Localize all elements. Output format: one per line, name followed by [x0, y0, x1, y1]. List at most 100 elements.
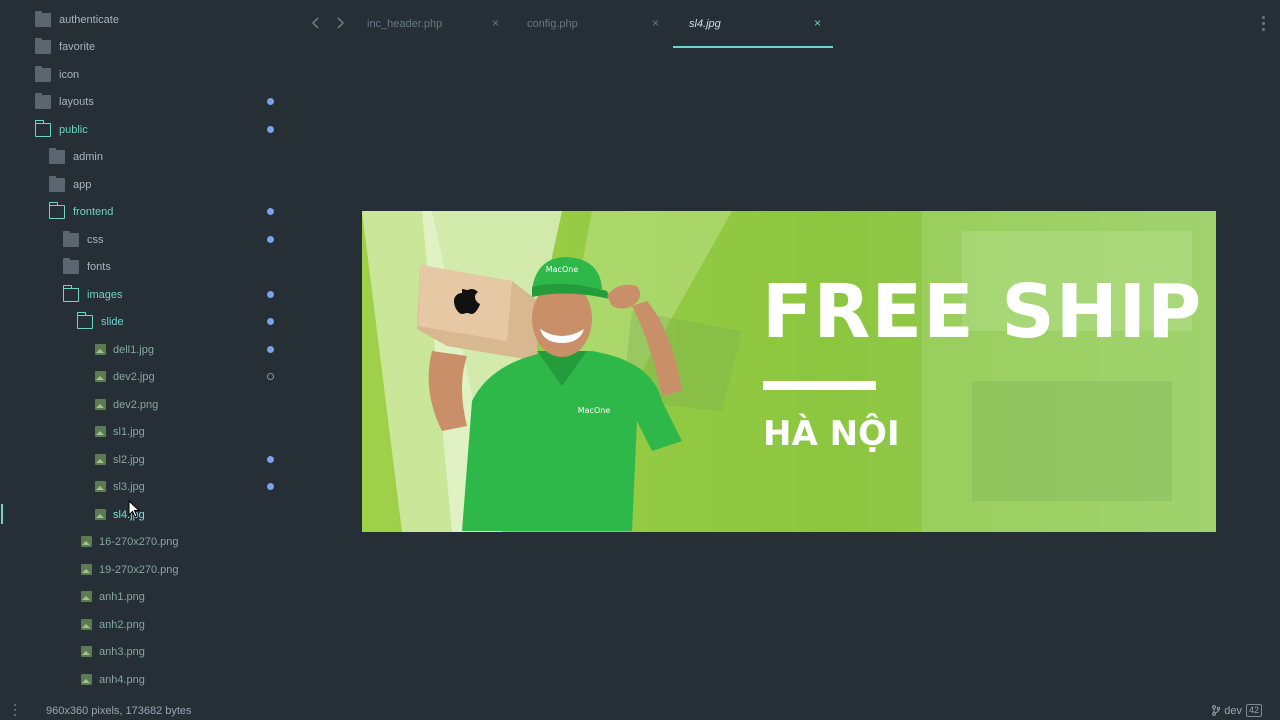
tree-folder-icon[interactable]: icon: [0, 61, 290, 88]
tree-item-label: dev2.jpg: [113, 370, 155, 383]
tree-item-label: anh1.png: [99, 590, 145, 603]
image-file-icon: [95, 509, 106, 520]
tree-file-dell1[interactable]: dell1.jpg: [0, 336, 290, 363]
image-file-icon: [95, 344, 106, 355]
modified-dot: [267, 126, 274, 133]
commit-count-badge: 42: [1245, 704, 1262, 717]
tab-label: sl4.jpg: [689, 18, 721, 30]
tree-file-anh4[interactable]: anh4.png: [0, 666, 290, 693]
tree-item-label: frontend: [73, 205, 114, 218]
tree-item-label: anh2.png: [99, 618, 145, 631]
folder-open-icon: [34, 120, 51, 137]
tree-folder-css[interactable]: css: [0, 226, 290, 253]
tab-config[interactable]: config.php ×: [511, 0, 671, 48]
tree-item-label: anh3.png: [99, 645, 145, 658]
tree-folder-admin[interactable]: admin: [0, 143, 290, 170]
tree-item-label: sl1.jpg: [113, 425, 145, 438]
tree-item-label: public: [59, 123, 88, 136]
tree-item-label: css: [87, 233, 104, 246]
tree-file-anh3[interactable]: anh3.png: [0, 638, 290, 665]
modified-dot: [267, 98, 274, 105]
image-file-icon: [81, 619, 92, 630]
tree-item-label: icon: [59, 68, 80, 81]
tree-file-sl2[interactable]: sl2.jpg: [0, 446, 290, 473]
image-info: 960x360 pixels, 173682 bytes: [46, 705, 192, 717]
image-file-icon: [95, 454, 106, 465]
chevron-left-icon[interactable]: [309, 16, 323, 32]
close-icon[interactable]: ×: [492, 16, 499, 30]
tree-item-label: layouts: [59, 95, 94, 108]
modified-dot: [267, 236, 274, 243]
modified-dot: [267, 456, 274, 463]
tree-folder-slide[interactable]: slide: [0, 308, 290, 335]
folder-icon: [49, 147, 65, 164]
tab-bar: inc_header.php × config.php × sl4.jpg ×: [290, 0, 1280, 48]
folder-icon: [63, 257, 79, 274]
drag-handle-icon[interactable]: [14, 704, 17, 716]
tree-item-label: favorite: [59, 40, 96, 53]
tree-file-sl3[interactable]: sl3.jpg: [0, 473, 290, 500]
tree-file-dev2-jpg[interactable]: dev2.jpg: [0, 363, 290, 390]
image-file-icon: [81, 564, 92, 575]
image-file-icon: [95, 426, 106, 437]
folder-open-icon: [62, 285, 79, 302]
banner-title: FREE SHIP: [762, 269, 1203, 355]
tree-folder-authenticate[interactable]: authenticate: [0, 6, 290, 33]
tree-item-label: sl3.jpg: [113, 480, 145, 493]
image-file-icon: [81, 591, 92, 602]
folder-icon: [63, 230, 79, 247]
tree-file-anh1[interactable]: anh1.png: [0, 583, 290, 610]
mouse-cursor-icon: [128, 500, 141, 518]
image-file-icon: [95, 399, 106, 410]
tree-item-label: slide: [101, 315, 124, 328]
tree-file-sl1[interactable]: sl1.jpg: [0, 418, 290, 445]
tree-item-label: anh4.png: [99, 673, 145, 686]
folder-icon: [35, 10, 51, 27]
tab-sl4[interactable]: sl4.jpg ×: [673, 0, 833, 48]
tree-folder-fonts[interactable]: fonts: [0, 253, 290, 280]
folder-icon: [35, 65, 51, 82]
banner-divider: [763, 381, 876, 390]
tree-item-label: sl2.jpg: [113, 453, 145, 466]
tree-folder-favorite[interactable]: favorite: [0, 33, 290, 60]
tree-folder-images[interactable]: images: [0, 281, 290, 308]
tree-item-label: app: [73, 178, 92, 191]
more-options-icon[interactable]: [1262, 16, 1266, 32]
tree-file-19-270[interactable]: 19-270x270.png: [0, 556, 290, 583]
folder-open-icon: [48, 202, 65, 219]
image-file-icon: [95, 371, 106, 382]
tree-folder-public[interactable]: public: [0, 116, 290, 143]
tree-item-label: 19-270x270.png: [99, 563, 179, 576]
tab-label: config.php: [527, 18, 578, 30]
close-icon[interactable]: ×: [814, 16, 821, 30]
image-file-icon: [81, 674, 92, 685]
tree-folder-app[interactable]: app: [0, 171, 290, 198]
tab-inc-header[interactable]: inc_header.php ×: [351, 0, 511, 48]
tab-label: inc_header.php: [367, 18, 443, 30]
modified-dot: [267, 208, 274, 215]
tree-file-dev2-png[interactable]: dev2.png: [0, 391, 290, 418]
modified-dot: [267, 291, 274, 298]
tree-file-anh2[interactable]: anh2.png: [0, 611, 290, 638]
image-file-icon: [81, 646, 92, 657]
tree-item-label: authenticate: [59, 13, 119, 26]
cap-logo: MacOne: [546, 265, 579, 274]
modified-dot: [267, 483, 274, 490]
chevron-right-icon[interactable]: [333, 16, 347, 32]
folder-icon: [35, 92, 51, 109]
modified-dot: [267, 318, 274, 325]
image-file-icon: [81, 536, 92, 547]
tree-folder-layouts[interactable]: layouts: [0, 88, 290, 115]
tree-item-label: dell1.jpg: [113, 343, 154, 356]
folder-open-icon: [76, 312, 93, 329]
git-branch-icon: [1212, 705, 1221, 716]
svg-text:MacOne: MacOne: [578, 406, 611, 415]
close-icon[interactable]: ×: [652, 16, 659, 30]
tree-file-16-270[interactable]: 16-270x270.png: [0, 528, 290, 555]
image-file-icon: [95, 481, 106, 492]
image-preview: MacOne MacOne FREE SHIP HÀ NỘI: [362, 211, 1216, 532]
git-branch[interactable]: dev 42: [1212, 704, 1262, 717]
tree-item-label: images: [87, 288, 123, 301]
tree-file-sl4[interactable]: sl4.jpg: [0, 500, 290, 528]
tree-folder-frontend[interactable]: frontend: [0, 198, 290, 225]
